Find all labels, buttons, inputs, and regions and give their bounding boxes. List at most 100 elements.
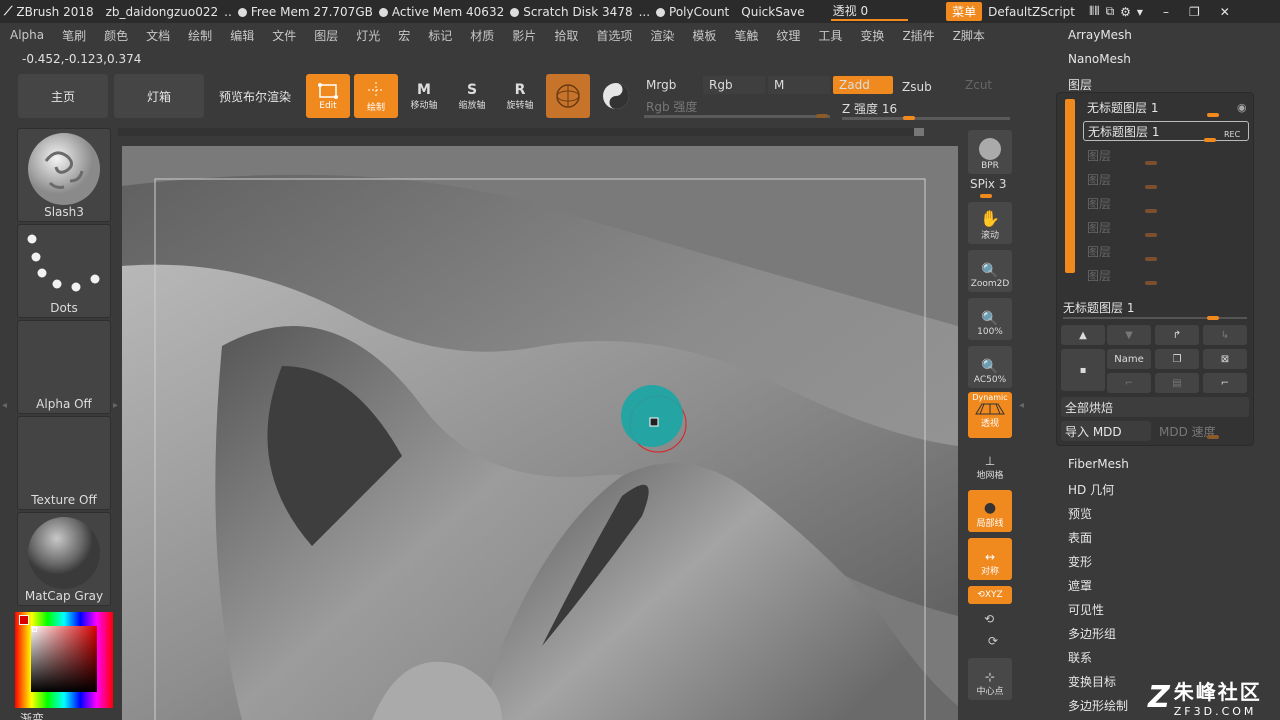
- menu-item[interactable]: 笔刷: [52, 27, 94, 44]
- restore-icon[interactable]: ❐: [1189, 5, 1200, 19]
- actual-size-button[interactable]: 🔍 100%: [968, 298, 1012, 340]
- quicksave-button[interactable]: QuickSave: [741, 5, 804, 19]
- subpalette-item[interactable]: 可见性: [1068, 601, 1104, 618]
- subpalette-item[interactable]: 遮罩: [1068, 577, 1092, 594]
- symmetry-button[interactable]: ↔ 对称: [968, 538, 1012, 580]
- layer-split-button[interactable]: ⊠: [1203, 349, 1247, 369]
- menu-item[interactable]: 标记: [418, 27, 460, 44]
- xyz-button[interactable]: ⟲ XYZ: [968, 586, 1012, 604]
- menu-item[interactable]: 模板: [682, 27, 724, 44]
- nanomesh-section[interactable]: NanoMesh: [1068, 52, 1131, 66]
- edit-button[interactable]: Edit: [306, 74, 350, 118]
- layer-row[interactable]: 无标题图层 1 ◉: [1087, 97, 1247, 117]
- color-sphere-button[interactable]: [594, 74, 638, 118]
- viewport-canvas[interactable]: [122, 146, 958, 720]
- mrgb-button[interactable]: Mrgb: [640, 76, 700, 94]
- mdd-speed-knob[interactable]: [1207, 435, 1219, 439]
- center-button[interactable]: ⊹ 中心点: [968, 658, 1012, 700]
- layer-strength-knob[interactable]: [1207, 113, 1219, 117]
- scroll-button[interactable]: ✋ 滚动: [968, 202, 1012, 244]
- perspective-button[interactable]: Dynamic 透视: [968, 392, 1012, 438]
- menu-item[interactable]: 灯光: [346, 27, 388, 44]
- spix-slider[interactable]: SPix 3: [970, 177, 1006, 191]
- menu-item[interactable]: 绘制: [178, 27, 220, 44]
- move-button[interactable]: M 移动轴: [402, 74, 446, 118]
- rotate-button[interactable]: R 旋转轴: [498, 74, 542, 118]
- layer-merge-button[interactable]: ↳: [1203, 325, 1247, 345]
- layer-row[interactable]: 图层: [1087, 145, 1247, 165]
- m-button[interactable]: M: [768, 76, 830, 94]
- layers-scrollbar[interactable]: [1065, 99, 1075, 273]
- window-switch-icon[interactable]: ⧉: [1106, 4, 1115, 19]
- window-gear-icon[interactable]: ⚙: [1120, 5, 1131, 19]
- top-scroll-handle[interactable]: [914, 128, 924, 136]
- menu-item[interactable]: 首选项: [586, 27, 640, 44]
- import-mdd-button[interactable]: 导入 MDD: [1061, 421, 1151, 441]
- layer-strength-knob[interactable]: [1145, 233, 1157, 237]
- stroke-thumbnail[interactable]: Dots: [17, 224, 111, 318]
- zadd-button[interactable]: Zadd: [833, 76, 893, 94]
- subpalette-item[interactable]: FiberMesh: [1068, 457, 1129, 471]
- home-button[interactable]: 主页: [18, 74, 108, 118]
- menu-item[interactable]: 文件: [262, 27, 304, 44]
- layer-delete-button[interactable]: ▪: [1061, 349, 1105, 391]
- subpalette-item[interactable]: 多边形组: [1068, 625, 1116, 642]
- z-intensity-track[interactable]: [842, 117, 1010, 120]
- mdd-speed-slider[interactable]: MDD 速度: [1155, 421, 1249, 441]
- menu-item[interactable]: 颜色: [94, 27, 136, 44]
- menu-item[interactable]: 拾取: [544, 27, 586, 44]
- layer-intensity-knob[interactable]: [1207, 316, 1219, 320]
- layer-row[interactable]: 图层: [1087, 241, 1247, 261]
- layer-strength-knob[interactable]: [1145, 257, 1157, 261]
- rgb-button[interactable]: Rgb: [703, 76, 765, 94]
- layout-icon[interactable]: ⦀⦀: [1089, 4, 1100, 19]
- menu-item[interactable]: 文档: [136, 27, 178, 44]
- subpalette-item[interactable]: 联系: [1068, 649, 1092, 666]
- layer-strength-knob[interactable]: [1145, 185, 1157, 189]
- subpalette-item[interactable]: 变换目标: [1068, 673, 1116, 690]
- default-zscript[interactable]: DefaultZScript: [988, 5, 1075, 19]
- main-color-swatch[interactable]: [19, 615, 29, 625]
- menu-item[interactable]: 影片: [502, 27, 544, 44]
- brush-thumbnail[interactable]: Slash3: [17, 128, 111, 222]
- polycount[interactable]: PolyCount: [656, 5, 729, 19]
- subpalette-item[interactable]: 表面: [1068, 529, 1092, 546]
- menu-item[interactable]: 纹理: [766, 27, 808, 44]
- dropdown-icon[interactable]: ▾: [1137, 5, 1143, 19]
- transparency-slider[interactable]: 透视 0: [830, 2, 909, 21]
- layer-name-button[interactable]: Name: [1107, 349, 1151, 369]
- layer-down-button[interactable]: ▼: [1107, 325, 1151, 345]
- layer-redo-button[interactable]: ↱: [1155, 325, 1199, 345]
- layer-strength-knob[interactable]: [1145, 161, 1157, 165]
- ac50-button[interactable]: 🔍 AC50%: [968, 346, 1012, 388]
- subpalette-item[interactable]: HD 几何: [1068, 481, 1114, 498]
- z-rotate-icon[interactable]: ⟳: [988, 634, 998, 648]
- layer-row[interactable]: 图层: [1087, 265, 1247, 285]
- menu-item[interactable]: 渲染: [640, 27, 682, 44]
- local-button[interactable]: ● 局部线: [968, 490, 1012, 532]
- bpr-button[interactable]: BPR: [968, 130, 1012, 174]
- zcut-button[interactable]: Zcut: [959, 76, 1009, 94]
- layer-intensity-track[interactable]: [1063, 317, 1247, 319]
- layer-strength-knob[interactable]: [1204, 138, 1216, 142]
- color-sv-square[interactable]: [31, 626, 97, 692]
- menu-item[interactable]: 图层: [304, 27, 346, 44]
- layer-row[interactable]: 无标题图层 1 REC: [1083, 121, 1249, 142]
- z-intensity-slider[interactable]: Z 强度 16: [838, 99, 1010, 117]
- spix-knob[interactable]: [980, 194, 992, 198]
- menu-item[interactable]: 编辑: [220, 27, 262, 44]
- close-icon[interactable]: ✕: [1220, 5, 1230, 19]
- rgb-intensity-track[interactable]: [644, 115, 830, 118]
- bake-all-button[interactable]: 全部烘焙: [1061, 397, 1249, 417]
- menu-item[interactable]: 变换: [850, 27, 892, 44]
- z-intensity-knob[interactable]: [903, 116, 915, 120]
- lightbox-button[interactable]: 灯箱: [114, 74, 204, 118]
- subpalette-item[interactable]: 多边形绘制: [1068, 697, 1128, 714]
- color-picker[interactable]: [15, 612, 113, 708]
- floor-button[interactable]: ⊥ 地网格: [968, 442, 1012, 484]
- alpha-thumbnail[interactable]: Alpha Off: [17, 320, 111, 414]
- layer-up-button[interactable]: ▲: [1061, 325, 1105, 345]
- menu-button[interactable]: 菜单: [946, 2, 983, 21]
- top-scroll-strip[interactable]: [118, 128, 924, 136]
- rgb-intensity-knob[interactable]: [816, 114, 828, 118]
